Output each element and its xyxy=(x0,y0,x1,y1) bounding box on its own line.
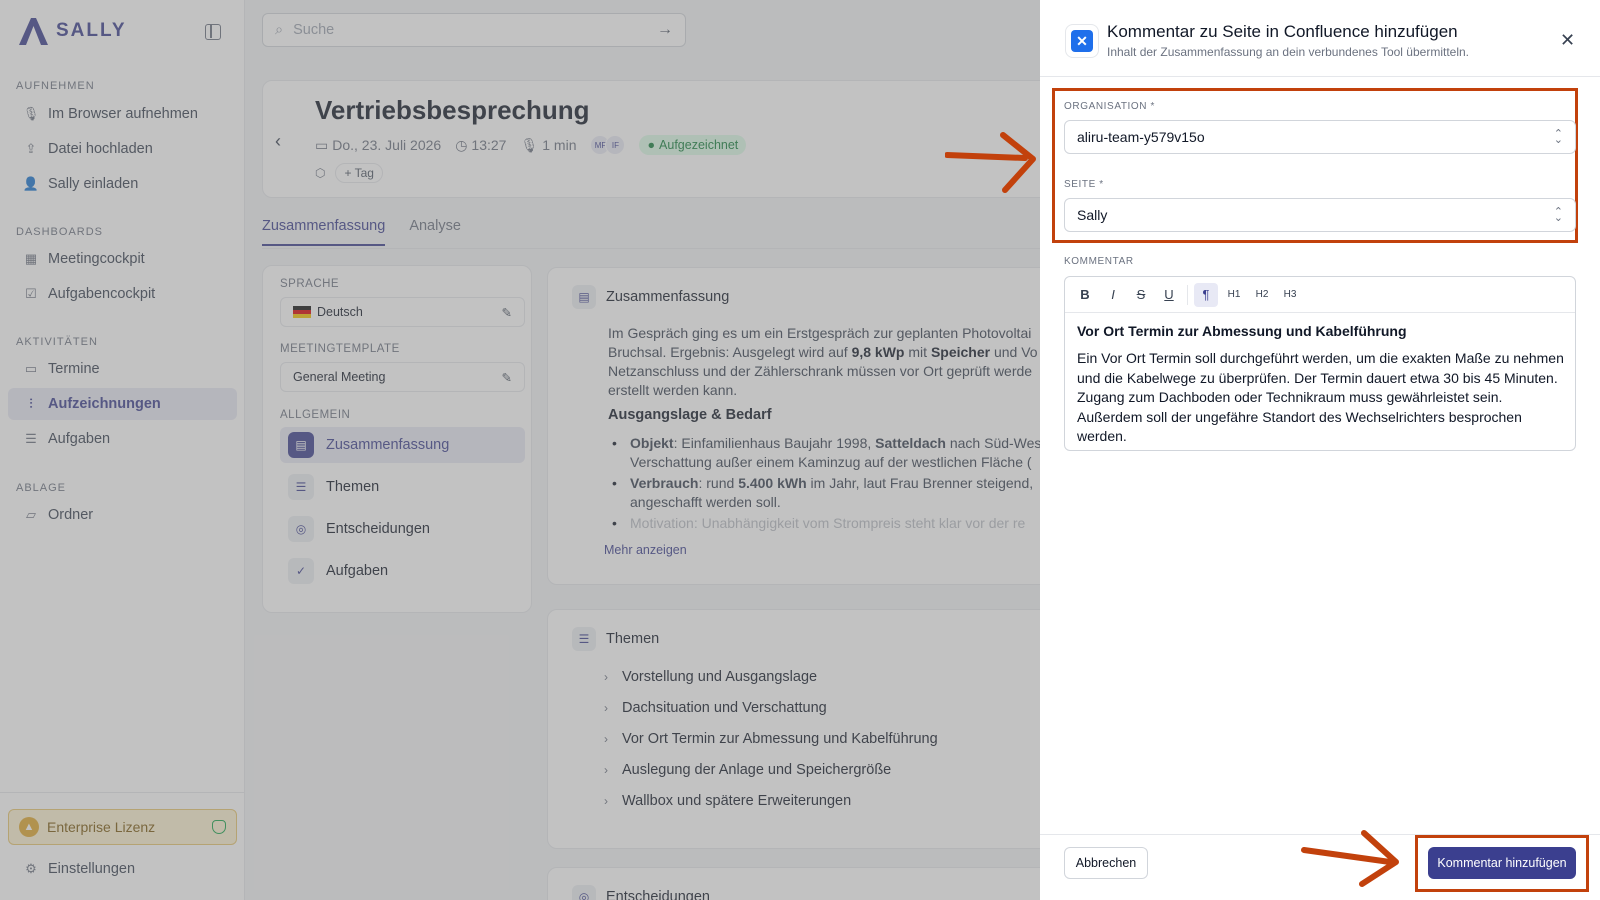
paragraph-icon[interactable]: ¶ xyxy=(1194,282,1218,307)
heading3-icon[interactable]: H3 xyxy=(1278,283,1302,307)
comment-heading: Vor Ort Termin zur Abmessung und Kabelfü… xyxy=(1077,323,1407,339)
heading1-icon[interactable]: H1 xyxy=(1222,283,1246,307)
bold-icon[interactable]: B xyxy=(1073,283,1097,307)
page-value: Sally xyxy=(1077,207,1108,223)
chevron-updown-icon: ⌃ ⌄ xyxy=(1553,206,1563,224)
add-comment-button[interactable]: Kommentar hinzufügen xyxy=(1428,847,1576,879)
cancel-button[interactable]: Abbrechen xyxy=(1064,847,1148,879)
comment-body: Ein Vor Ort Termin soll durchgeführt wer… xyxy=(1077,350,1564,444)
dialog-subtitle: Inhalt der Zusammenfassung an dein verbu… xyxy=(1107,45,1469,59)
dialog-divider xyxy=(1040,76,1600,77)
close-icon[interactable]: ✕ xyxy=(1560,30,1575,51)
confluence-logo: ✕ xyxy=(1065,24,1099,58)
heading2-icon[interactable]: H2 xyxy=(1250,283,1274,307)
chevron-updown-icon: ⌃ ⌄ xyxy=(1553,128,1563,146)
organisation-select[interactable]: aliru-team-y579v15o ⌃ ⌄ xyxy=(1064,120,1576,154)
strikethrough-icon[interactable]: S xyxy=(1129,283,1153,307)
comment-editor[interactable]: B I S U ¶ H1 H2 H3 Vor Ort Termin zur Ab… xyxy=(1064,276,1576,451)
toolbar-separator xyxy=(1187,284,1188,305)
comment-label: KOMMENTAR xyxy=(1064,256,1134,267)
organisation-label: ORGANISATION * xyxy=(1064,101,1156,112)
underline-icon[interactable]: U xyxy=(1157,283,1181,307)
confluence-dialog: ✕ Kommentar zu Seite in Confluence hinzu… xyxy=(1040,0,1600,900)
editor-toolbar: B I S U ¶ H1 H2 H3 xyxy=(1065,277,1575,313)
modal-backdrop[interactable] xyxy=(0,0,1040,900)
dialog-title: Kommentar zu Seite in Confluence hinzufü… xyxy=(1107,22,1458,41)
confluence-icon: ✕ xyxy=(1071,30,1093,52)
organisation-value: aliru-team-y579v15o xyxy=(1077,129,1205,145)
page-select[interactable]: Sally ⌃ ⌄ xyxy=(1064,198,1576,232)
annotation-arrow xyxy=(1301,830,1399,887)
italic-icon[interactable]: I xyxy=(1101,283,1125,307)
annotation-arrow xyxy=(945,132,1036,193)
page-label: SEITE * xyxy=(1064,179,1104,190)
